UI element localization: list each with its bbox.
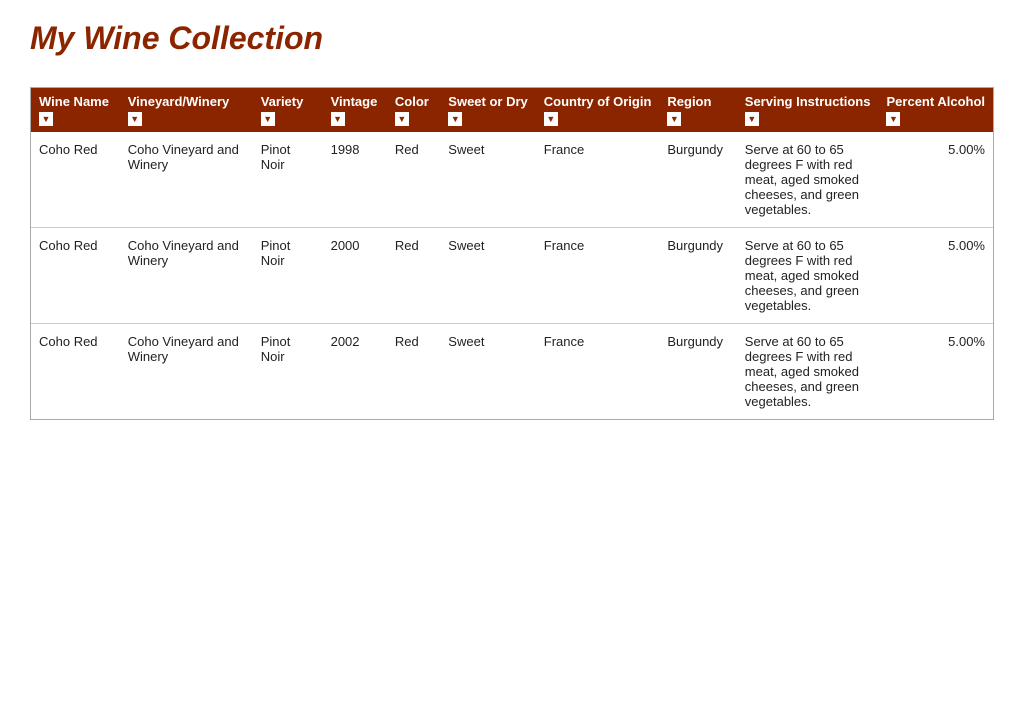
table-cell: France [536,132,660,228]
dropdown-serving[interactable]: ▼ [745,112,759,126]
col-header-serving: Serving Instructions ▼ [737,88,879,132]
table-cell: Coho Red [31,228,120,324]
table-body: Coho RedCoho Vineyard and WineryPinot No… [31,132,993,419]
col-header-percent: Percent Alcohol ▼ [878,88,993,132]
col-header-vintage: Vintage ▼ [323,88,387,132]
col-header-sweet-dry: Sweet or Dry ▼ [440,88,535,132]
dropdown-percent[interactable]: ▼ [886,112,900,126]
table-cell: Sweet [440,324,535,420]
table-cell: Pinot Noir [253,132,323,228]
wine-table-wrapper: Wine Name ▼ Vineyard/Winery ▼ Variety ▼ [30,87,994,420]
table-cell: Burgundy [659,132,736,228]
table-cell: 2000 [323,228,387,324]
col-header-wine-name: Wine Name ▼ [31,88,120,132]
table-cell: Serve at 60 to 65 degrees F with red mea… [737,132,879,228]
table-cell: Red [387,132,440,228]
col-header-vineyard: Vineyard/Winery ▼ [120,88,253,132]
table-cell: Pinot Noir [253,324,323,420]
table-cell: Burgundy [659,228,736,324]
table-cell: Coho Vineyard and Winery [120,132,253,228]
table-cell: Serve at 60 to 65 degrees F with red mea… [737,324,879,420]
table-cell: 5.00% [878,228,993,324]
table-row: Coho RedCoho Vineyard and WineryPinot No… [31,228,993,324]
table-cell: 1998 [323,132,387,228]
table-cell: Coho Red [31,324,120,420]
table-cell: Sweet [440,228,535,324]
table-cell: France [536,228,660,324]
dropdown-variety[interactable]: ▼ [261,112,275,126]
dropdown-country[interactable]: ▼ [544,112,558,126]
table-header-row: Wine Name ▼ Vineyard/Winery ▼ Variety ▼ [31,88,993,132]
page-title: My Wine Collection [30,20,994,57]
dropdown-vineyard[interactable]: ▼ [128,112,142,126]
table-cell: Sweet [440,132,535,228]
table-cell: Burgundy [659,324,736,420]
col-header-variety: Variety ▼ [253,88,323,132]
dropdown-sweet-dry[interactable]: ▼ [448,112,462,126]
dropdown-vintage[interactable]: ▼ [331,112,345,126]
table-cell: 5.00% [878,324,993,420]
wine-table: Wine Name ▼ Vineyard/Winery ▼ Variety ▼ [31,88,993,419]
table-cell: Coho Vineyard and Winery [120,228,253,324]
table-cell: Pinot Noir [253,228,323,324]
table-cell: Red [387,324,440,420]
dropdown-region[interactable]: ▼ [667,112,681,126]
table-cell: 2002 [323,324,387,420]
dropdown-color[interactable]: ▼ [395,112,409,126]
table-row: Coho RedCoho Vineyard and WineryPinot No… [31,324,993,420]
table-cell: Coho Red [31,132,120,228]
table-cell: France [536,324,660,420]
dropdown-wine-name[interactable]: ▼ [39,112,53,126]
table-cell: Red [387,228,440,324]
col-header-country: Country of Origin ▼ [536,88,660,132]
table-row: Coho RedCoho Vineyard and WineryPinot No… [31,132,993,228]
table-cell: 5.00% [878,132,993,228]
table-cell: Serve at 60 to 65 degrees F with red mea… [737,228,879,324]
col-header-color: Color ▼ [387,88,440,132]
col-header-region: Region ▼ [659,88,736,132]
table-cell: Coho Vineyard and Winery [120,324,253,420]
